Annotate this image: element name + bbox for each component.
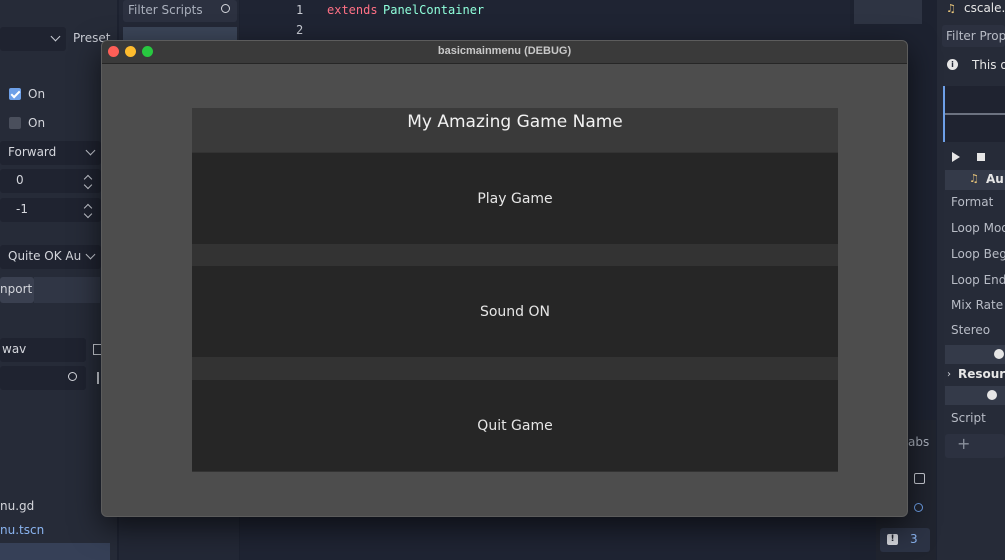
chevron-down-icon [85,249,96,260]
loop-mode-value: Forward [8,145,57,159]
loop-mode-select[interactable]: Forward [0,141,101,165]
search-icon [68,372,77,381]
main-menu-panel: My Amazing Game Name Play Game Sound ON … [192,108,838,472]
chevron-down-icon [50,31,61,42]
sort-icon[interactable] [97,372,99,384]
reimport-button[interactable]: nport [0,277,34,303]
spinbox-value: -1 [16,202,28,216]
search-icon[interactable] [914,503,923,512]
game-title: My Amazing Game Name [192,108,838,152]
right-inspector-panel: ♫ cscale.w Filter Propo i This o ♫ Au Fo… [937,0,1005,560]
script-property-label: Script [951,411,986,425]
code-line: 1 extends PanelContainer [240,3,840,21]
resource-bar[interactable] [945,345,1005,364]
number-spinbox[interactable]: 0 [0,169,101,193]
copy-icon[interactable] [914,473,925,484]
window-title: basicmainmenu (DEBUG) [437,45,572,57]
property-label: Stereo [951,323,991,337]
number-spinbox[interactable]: -1 [0,198,101,222]
info-text: This o [972,58,1005,72]
chevron-right-icon[interactable]: › [947,369,951,380]
compress-mode-value: Quite OK Au [8,249,82,263]
line-number: 1 [296,3,304,17]
plus-icon: + [957,434,971,453]
inspector-file-name: cscale.w [964,1,1005,15]
filter-scripts-placeholder: Filter Scripts [128,3,203,17]
checkbox-icon[interactable] [9,88,21,100]
code-minimap[interactable] [854,0,922,24]
reimport-label: nport [0,282,33,296]
chevron-down-icon [85,145,96,156]
resource-header[interactable]: ♫ Au [945,170,1005,190]
cube-icon [987,390,997,400]
resource-section-label: Resourc [958,367,1005,381]
add-script-field[interactable]: + [945,434,1005,458]
code-type: PanelContainer [383,3,485,17]
tabs-label: abs [908,435,930,449]
filter-properties-placeholder: Filter Propo [946,29,1005,43]
cube-icon [994,349,1004,359]
property-label: Format [951,195,994,209]
filter-scripts-input[interactable]: Filter Scripts [123,0,237,22]
filesystem-search-input[interactable] [0,366,86,390]
property-label: Loop Mod [951,221,1005,235]
playhead [943,86,945,142]
compress-mode-select[interactable]: Quite OK Au [0,245,101,269]
spin-down-icon[interactable] [83,209,93,219]
folder-icon[interactable] [93,344,101,355]
quit-game-button[interactable]: Quit Game [192,380,838,471]
play-game-button[interactable]: Play Game [192,153,838,244]
audio-stream-icon: ♫ [969,172,979,185]
warning-badge[interactable]: ! 3 [880,528,930,552]
file-item[interactable]: nu.tscn [0,523,44,537]
top-dropdown[interactable] [0,27,66,51]
play-icon[interactable] [952,152,960,162]
property-label: Loop Beg [951,247,1005,261]
checkbox-label: On [28,116,46,130]
resource-bar[interactable] [945,386,1005,405]
info-icon: i [947,59,958,70]
inspector-import-panel: On On Forward 0 -1 Quite OK Au nport wav… [0,0,117,560]
stop-icon[interactable] [977,153,985,161]
file-path-value: wav [2,342,27,356]
code-keyword: extends [327,3,378,17]
file-item[interactable]: nu.gd [0,499,34,513]
line-number: 2 [296,23,304,37]
property-label: Mix Rate [951,298,1004,312]
audio-file-icon: ♫ [946,2,956,15]
waveform-preview[interactable] [943,86,1005,142]
property-label: Loop End [951,273,1005,287]
script-list-item[interactable] [123,27,237,41]
spinbox-value: 0 [16,173,24,187]
spin-down-icon[interactable] [83,180,93,190]
resource-type-label: Au [986,172,1004,186]
search-icon [221,4,230,13]
warning-icon: ! [887,534,898,545]
waveform-line [943,113,1005,115]
warning-count: 3 [910,532,918,546]
file-path-field[interactable]: wav [0,338,86,362]
filter-properties-input[interactable]: Filter Propo [942,25,1005,47]
checkbox-icon[interactable] [9,117,21,129]
sound-toggle-button[interactable]: Sound ON [192,266,838,357]
game-debug-window: basicmainmenu (DEBUG) My Amazing Game Na… [101,40,908,517]
checkbox-label: On [28,87,46,101]
import-bar [34,277,100,303]
selected-file-row[interactable] [0,543,110,560]
code-line: 2 [240,23,840,41]
window-titlebar[interactable]: basicmainmenu (DEBUG) [102,41,907,64]
